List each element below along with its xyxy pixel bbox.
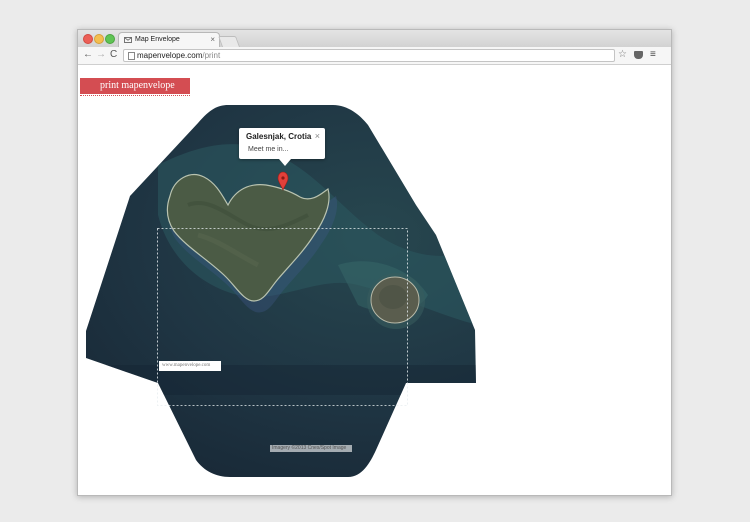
url-path: /print bbox=[202, 51, 221, 60]
pocket-icon[interactable] bbox=[634, 51, 643, 59]
new-tab-button[interactable] bbox=[217, 36, 241, 47]
back-icon[interactable]: ← bbox=[83, 49, 93, 61]
envelope-map[interactable] bbox=[78, 65, 671, 495]
zoom-window-icon[interactable] bbox=[105, 34, 115, 44]
satellite-imagery bbox=[86, 105, 476, 477]
infowindow-close-icon[interactable]: × bbox=[315, 131, 320, 141]
tab-map-envelope[interactable]: Map Envelope × bbox=[118, 32, 220, 48]
infowindow-title: Galesnjak, Crotia bbox=[246, 132, 312, 141]
envelope-icon bbox=[124, 37, 132, 43]
print-mapenvelope-button[interactable]: print mapenvelope bbox=[80, 78, 190, 94]
address-bar[interactable]: mapenvelope.com/print bbox=[123, 49, 615, 62]
tab-title: Map Envelope bbox=[135, 36, 180, 43]
infowindow-tail bbox=[279, 159, 291, 166]
infowindow-message[interactable]: Meet me in... bbox=[248, 146, 288, 153]
tab-close-icon[interactable]: × bbox=[210, 35, 215, 44]
page-content: print mapenvelope Galesnjak, Crotia × Me… bbox=[78, 65, 671, 495]
browser-toolbar: ← → C mapenvelope.com/print ☆ ≡ bbox=[78, 47, 671, 65]
envelope-url-label: www.mapenvelope.com bbox=[159, 361, 221, 371]
minimize-window-icon[interactable] bbox=[94, 34, 104, 44]
browser-window: Map Envelope × ← → C mapenvelope.com/pri… bbox=[77, 29, 672, 496]
menu-icon[interactable]: ≡ bbox=[650, 49, 656, 61]
forward-icon[interactable]: → bbox=[96, 49, 106, 61]
url-text: mapenvelope.com/print bbox=[137, 50, 220, 61]
url-domain: mapenvelope.com bbox=[137, 51, 203, 60]
map-pin-icon[interactable] bbox=[277, 171, 289, 191]
print-button-underline bbox=[80, 95, 190, 98]
page-icon bbox=[128, 52, 135, 60]
tab-bar: Map Envelope × bbox=[78, 30, 671, 48]
bookmark-star-icon[interactable]: ☆ bbox=[618, 49, 627, 61]
close-window-icon[interactable] bbox=[83, 34, 93, 44]
map-infowindow[interactable]: Galesnjak, Crotia × Meet me in... bbox=[239, 128, 325, 166]
imagery-credit: Imagery ©2013 Cnes/Spot Image bbox=[270, 445, 352, 452]
reload-icon[interactable]: C bbox=[110, 49, 117, 61]
